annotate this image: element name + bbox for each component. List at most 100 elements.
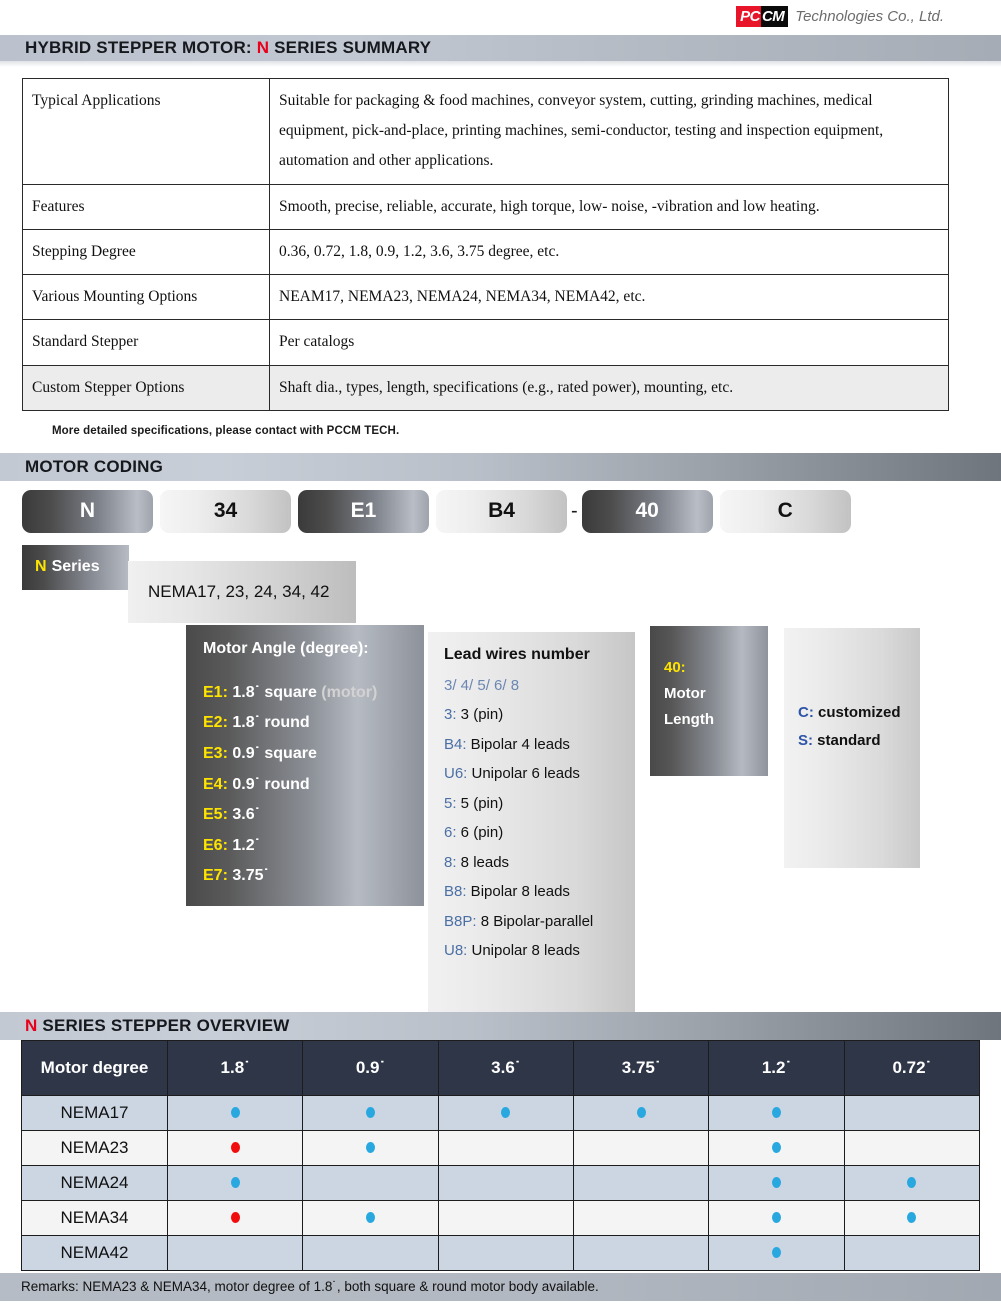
list-item: 5: 5 (pin) [444,795,635,813]
spec-value: 0.36, 0.72, 1.8, 0.9, 1.2, 3.6, 3.75 deg… [269,228,949,276]
availability-dot-blue-icon [230,1176,240,1188]
spec-table-container: Typical Applications Suitable for packag… [0,67,1001,437]
lead-wires-title: Lead wires number [444,645,590,663]
motor-length-line2: Length [664,710,714,728]
section-header-overview: N SERIES STEPPER OVERVIEW [0,1009,1001,1040]
angle-code: E7: [203,867,228,885]
availability-dot-blue-icon [771,1106,781,1118]
table-row: Stepping Degree 0.36, 0.72, 1.8, 0.9, 1.… [22,228,949,276]
overview-cell [302,1199,439,1236]
custom-code: S: [798,731,813,749]
pccm-logo: PC CM Technologies Co., Ltd. [736,6,944,27]
motor-length-panel: 40: Motor Length [650,625,768,776]
motor-angle-title: Motor Angle (degree): [203,639,369,657]
overview-cell [302,1094,439,1131]
table-row: Typical Applications Suitable for packag… [22,78,949,185]
spec-label: Typical Applications [22,78,270,185]
lead-code: B8P: [444,912,477,930]
coding-pill-angle[interactable]: E1 [298,489,429,533]
list-item: U8: Unipolar 8 leads [444,943,635,960]
overview-cell [843,1164,981,1201]
overview-cell [302,1234,439,1271]
summary-title-post: SERIES SUMMARY [269,38,432,57]
spec-label: Standard Stepper [22,319,270,366]
lead-wires-panel: Lead wires number 3/ 4/ 5/ 6/ 8 3: 3 (pi… [428,631,635,1012]
angle-note: (motor) [316,683,378,701]
angle-value: 1.8˙ square [232,683,317,701]
coding-detail-panels: Motor Angle (degree): E1: 1.8˙ square (m… [0,624,1001,1012]
table-row: NEMA42 [21,1234,981,1271]
overview-cell [843,1199,981,1236]
availability-dot-blue-icon [230,1106,240,1118]
table-row: NEMA34 [21,1199,981,1236]
list-item: E4: 0.9˙ round [203,776,424,794]
overview-table-container: Motor degree 1.8˙ 0.9˙ 3.6˙ 3.75˙ 1.2˙ 0… [0,1039,1001,1271]
coding-pill-length[interactable]: 40 [581,489,713,533]
overview-row-label: NEMA42 [21,1234,168,1271]
overview-title-post: SERIES STEPPER OVERVIEW [37,1015,290,1035]
overview-header-row: Motor degree 1.8˙ 0.9˙ 3.6˙ 3.75˙ 1.2˙ 0… [21,1039,981,1096]
lead-desc: Unipolar 6 leads [467,765,580,783]
spec-table: Typical Applications Suitable for packag… [22,78,949,411]
overview-table: Motor degree 1.8˙ 0.9˙ 3.6˙ 3.75˙ 1.2˙ 0… [21,1039,981,1271]
overview-cell [572,1199,710,1236]
motor-length-line1: Motor [664,684,706,702]
column-header-3-75: 3.75˙ [572,1039,710,1096]
list-item: 3: 3 (pin) [444,707,635,724]
overview-cell [166,1129,304,1166]
overview-cell [437,1129,574,1166]
overview-cell [708,1199,845,1236]
column-header-motor-degree: Motor degree [21,1039,168,1096]
coding-pill-leads[interactable]: B4 [436,489,567,533]
availability-dot-blue-icon [771,1141,781,1153]
lead-desc: Bipolar 4 leads [466,735,570,753]
list-item: C: customized [798,704,920,721]
overview-cell [708,1234,845,1271]
overview-cell [572,1129,710,1166]
spec-value: Smooth, precise, reliable, accurate, hig… [269,183,949,230]
coding-dash-separator: - [571,499,578,522]
lead-desc: 3 (pin) [456,706,504,724]
motor-coding-pill-row: N 34 E1 B4 - 40 C [0,481,1001,533]
motor-angle-panel: Motor Angle (degree): E1: 1.8˙ square (m… [186,624,424,906]
availability-dot-blue-icon [501,1106,511,1118]
overview-row-label: NEMA34 [21,1199,168,1236]
lead-code: 8: [444,853,457,871]
overview-cell [437,1234,574,1271]
top-logo-bar: PC CM Technologies Co., Ltd. [0,0,1001,33]
availability-dot-blue-icon [771,1176,781,1188]
overview-cell [843,1129,981,1166]
overview-remarks: Remarks: NEMA23 & NEMA34, motor degree o… [0,1272,1001,1301]
lead-desc: 6 (pin) [456,824,504,842]
lead-code: 3: [444,706,457,724]
overview-cell [437,1094,574,1131]
availability-dot-blue-icon [636,1106,646,1118]
overview-cell [572,1234,710,1271]
table-row: NEMA23 [21,1129,981,1166]
list-item: B8P: 8 Bipolar-parallel [444,912,635,931]
coding-pill-custom[interactable]: C [719,489,851,533]
spec-label: Various Mounting Options [22,274,270,321]
summary-title: HYBRID STEPPER MOTOR: N SERIES SUMMARY [25,38,431,58]
series-tag-code: N [35,558,47,576]
coding-pill-series[interactable]: N [22,489,153,533]
spec-label: Stepping Degree [22,228,270,276]
motor-length-code: 40: [664,658,686,676]
column-header-1-8: 1.8˙ [166,1039,304,1096]
column-header-0-72: 0.72˙ [843,1039,981,1096]
spec-value: Shaft dia., types, length, specification… [269,364,949,411]
summary-title-pre: HYBRID STEPPER MOTOR: [25,38,257,57]
lead-desc: Bipolar 8 leads [466,883,570,901]
spec-value: NEAM17, NEMA23, NEMA24, NEMA34, NEMA42, … [269,274,949,321]
overview-cell [843,1094,981,1131]
angle-code: E3: [203,744,228,762]
list-item: E7: 3.75˙ [203,867,424,885]
lead-wires-code-summary: 3/ 4/ 5/ 6/ 8 [444,676,520,694]
availability-dot-blue-icon [771,1246,781,1258]
coding-pill-frame[interactable]: 34 [160,489,291,533]
spec-value: Per catalogs [269,319,949,366]
logo-cm-block: CM [760,6,789,27]
angle-code: E6: [203,836,228,854]
availability-dot-blue-icon [365,1106,375,1118]
spec-label: Features [22,183,270,230]
